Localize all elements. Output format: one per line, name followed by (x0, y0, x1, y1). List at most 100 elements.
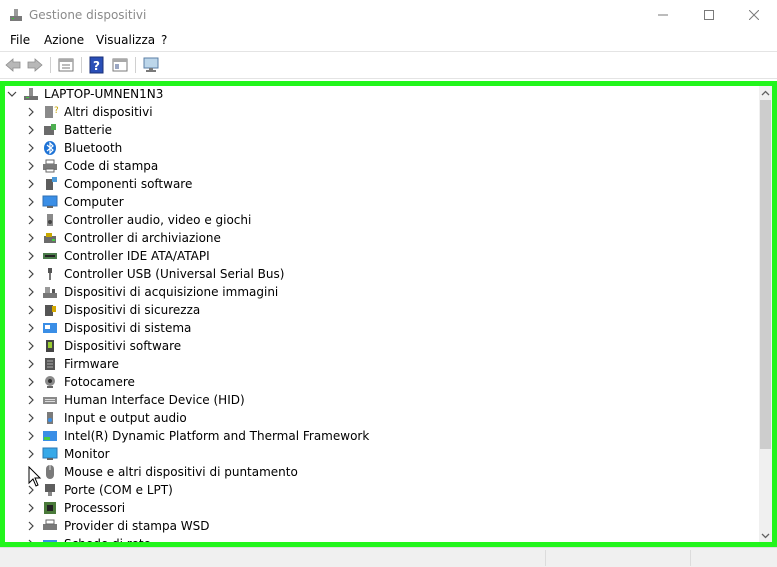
tree-category[interactable]: Fotocamere (5, 373, 763, 391)
tree-category-label: Dispositivi di acquisizione immagini (64, 285, 279, 299)
scroll-thumb[interactable] (760, 100, 771, 449)
chevron-right-icon[interactable] (25, 124, 37, 136)
camera-scanner-icon (43, 287, 57, 298)
chevron-right-icon[interactable] (25, 430, 37, 442)
back-arrow-icon[interactable] (4, 56, 22, 74)
tree-category-label: Input e output audio (64, 411, 187, 425)
firmware-icon (45, 358, 55, 370)
tree-category[interactable]: Controller USB (Universal Serial Bus) (5, 265, 763, 283)
chevron-right-icon[interactable] (25, 160, 37, 172)
help-icon[interactable]: ? (88, 56, 106, 74)
chevron-right-icon[interactable] (25, 178, 37, 190)
tree-category[interactable]: Monitor (5, 445, 763, 463)
chevron-down-icon[interactable] (6, 88, 18, 100)
tree-category[interactable]: Dispositivi di sicurezza (5, 301, 763, 319)
forward-arrow-icon[interactable] (26, 56, 44, 74)
chevron-right-icon[interactable] (25, 448, 37, 460)
ide-controller-icon (43, 253, 57, 259)
chevron-right-icon[interactable] (25, 250, 37, 262)
properties-icon[interactable] (57, 56, 75, 74)
tree-category[interactable]: Dispositivi software (5, 337, 763, 355)
scroll-down-button[interactable] (759, 529, 772, 542)
tree-category[interactable]: Controller di archiviazione (5, 229, 763, 247)
toolbar: ? (0, 52, 777, 78)
chevron-right-icon[interactable] (25, 268, 37, 280)
tree-category-label: Bluetooth (64, 141, 123, 155)
chevron-right-icon[interactable] (25, 142, 37, 154)
processor-icon (44, 502, 56, 514)
status-cell (546, 550, 691, 566)
tree-category[interactable]: Firmware (5, 355, 763, 373)
tree-category-label: Controller di archiviazione (64, 231, 221, 245)
chevron-right-icon[interactable] (25, 502, 37, 514)
chevron-right-icon[interactable] (25, 106, 37, 118)
tree-category[interactable]: Dispositivi di sistema (5, 319, 763, 337)
tree-category-label: Batterie (64, 123, 113, 137)
toolbar-divider (0, 78, 777, 79)
menu-help[interactable]: ? (161, 33, 167, 48)
svg-text:?: ? (93, 59, 100, 73)
maximize-button[interactable] (686, 0, 732, 30)
tree-category[interactable]: ? Altri dispositivi (5, 103, 763, 121)
tree-category[interactable]: Schede di rete (5, 535, 763, 542)
tree-category[interactable]: Input e output audio (5, 409, 763, 427)
vertical-scrollbar[interactable] (759, 86, 772, 542)
device-manager-icon (10, 9, 22, 21)
chevron-right-icon[interactable] (25, 322, 37, 334)
tree-category-label: Code di stampa (64, 159, 159, 173)
chevron-right-icon[interactable] (25, 196, 37, 208)
close-button[interactable] (731, 0, 777, 30)
wsd-printer-icon (43, 519, 57, 530)
tree-category[interactable]: Componenti software (5, 175, 763, 193)
toolbar-separator (81, 57, 82, 73)
tree-category-label: Processori (64, 501, 126, 515)
computer-icon (42, 195, 58, 208)
chevron-right-icon[interactable] (25, 286, 37, 298)
chevron-right-icon[interactable] (25, 358, 37, 370)
minimize-button[interactable] (640, 0, 686, 30)
chevron-right-icon[interactable] (25, 520, 37, 532)
webcam-icon (45, 376, 55, 388)
software-device-icon (46, 340, 54, 352)
chevron-right-icon[interactable] (25, 394, 37, 406)
show-hide-console-icon[interactable] (111, 56, 129, 74)
chevron-right-icon[interactable] (25, 376, 37, 388)
tree-category[interactable]: Human Interface Device (HID) (5, 391, 763, 409)
tree-category[interactable]: Provider di stampa WSD (5, 517, 763, 535)
speaker-icon (47, 214, 53, 226)
toolbar-separator (135, 57, 136, 73)
tree-category[interactable]: Intel(R) Dynamic Platform and Thermal Fr… (5, 427, 763, 445)
tree-category[interactable]: Controller audio, video e giochi (5, 211, 763, 229)
menu-file[interactable]: File (10, 33, 30, 48)
tree-category-label: Schede di rete (64, 536, 151, 542)
tree-category[interactable]: Dispositivi di acquisizione immagini (5, 283, 763, 301)
tree-category-label: Dispositivi di sistema (64, 321, 192, 335)
chevron-right-icon[interactable] (25, 232, 37, 244)
chevron-right-icon[interactable] (25, 214, 37, 226)
tree-category[interactable]: Bluetooth (5, 139, 763, 157)
tree-category[interactable]: Batterie (5, 121, 763, 139)
scan-hardware-changes-icon[interactable] (142, 56, 160, 74)
chevron-right-icon[interactable] (25, 538, 37, 542)
chevron-right-icon[interactable] (25, 340, 37, 352)
tree-category-label: Monitor (64, 447, 110, 461)
menu-visualizza[interactable]: Visualizza (96, 33, 155, 48)
scroll-up-button[interactable] (759, 86, 772, 99)
tree-root[interactable]: LAPTOP-UMNEN1N3 (5, 86, 763, 103)
maximize-icon (704, 10, 714, 20)
tree-category[interactable]: Mouse e altri dispositivi di puntamento (5, 463, 763, 481)
tree-category[interactable]: Processori (5, 499, 763, 517)
tree-category[interactable]: Code di stampa (5, 157, 763, 175)
chevron-right-icon[interactable] (25, 412, 37, 424)
menu-azione[interactable]: Azione (44, 33, 84, 48)
mouse-cursor-icon (28, 466, 42, 487)
tree-category[interactable]: Computer (5, 193, 763, 211)
tree-category-label: Fotocamere (64, 375, 135, 389)
tree-category[interactable]: Controller IDE ATA/ATAPI (5, 247, 763, 265)
svg-text:?: ? (54, 106, 58, 116)
chevron-right-icon[interactable] (25, 304, 37, 316)
device-tree: LAPTOP-UMNEN1N3 ? Altri dispositivi Batter… (5, 86, 763, 542)
tree-category[interactable]: Porte (COM e LPT) (5, 481, 763, 499)
tree-category-label: Dispositivi software (64, 339, 182, 353)
usb-icon (48, 268, 52, 280)
